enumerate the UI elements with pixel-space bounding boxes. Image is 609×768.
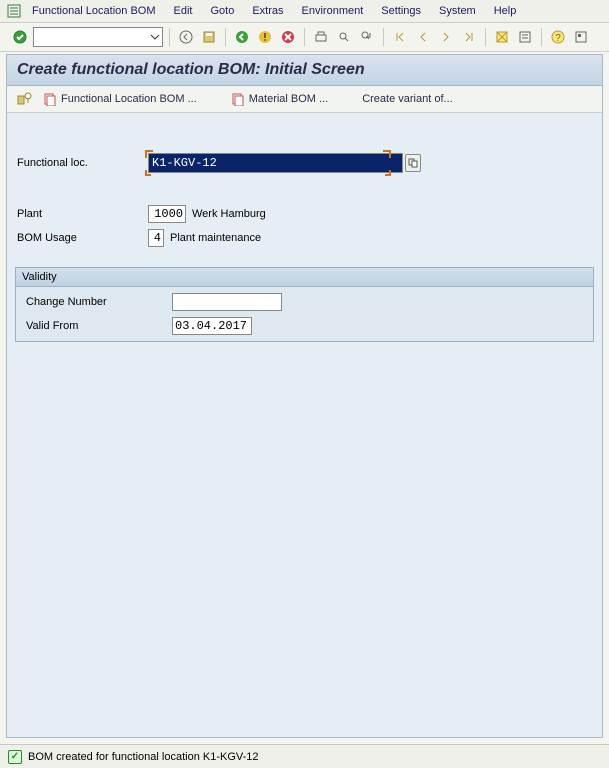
- save-icon[interactable]: [199, 27, 219, 47]
- menu-environment[interactable]: Environment: [294, 3, 372, 19]
- form-area: Functional loc. Plant Werk Hamburg BOM U…: [7, 113, 602, 352]
- back-icon[interactable]: [176, 27, 196, 47]
- change-number-label: Change Number: [22, 296, 172, 308]
- find-icon[interactable]: [334, 27, 354, 47]
- shortcut-icon[interactable]: [515, 27, 535, 47]
- content-area: Create functional location BOM: Initial …: [6, 54, 603, 738]
- window-menu-icon[interactable]: [6, 3, 22, 19]
- next-page-icon[interactable]: [436, 27, 456, 47]
- menu-system[interactable]: System: [431, 3, 484, 19]
- validity-title: Validity: [16, 268, 593, 287]
- functional-loc-input[interactable]: [148, 153, 403, 173]
- menu-edit[interactable]: Edit: [166, 3, 201, 19]
- menu-help[interactable]: Help: [486, 3, 525, 19]
- prev-page-icon[interactable]: [413, 27, 433, 47]
- bom-usage-desc: Plant maintenance: [170, 232, 261, 244]
- menu-bar: Functional Location BOM Edit Goto Extras…: [0, 0, 609, 23]
- material-bom-button[interactable]: Material BOM ...: [231, 92, 328, 106]
- plant-label: Plant: [13, 208, 148, 220]
- svg-text:?: ?: [555, 33, 561, 44]
- search-help-icon[interactable]: [405, 154, 421, 172]
- find-next-icon[interactable]: [357, 27, 377, 47]
- menu-settings[interactable]: Settings: [373, 3, 429, 19]
- customize-layout-icon[interactable]: [571, 27, 591, 47]
- last-page-icon[interactable]: [459, 27, 479, 47]
- status-bar: ✓ BOM created for functional location K1…: [0, 744, 609, 768]
- change-number-input[interactable]: [172, 293, 282, 311]
- standard-toolbar: ?: [0, 23, 609, 52]
- page-title: Create functional location BOM: Initial …: [17, 61, 365, 78]
- validity-group: Validity Change Number Valid From: [15, 267, 594, 342]
- new-session-icon[interactable]: [492, 27, 512, 47]
- bom-usage-label: BOM Usage: [13, 232, 148, 244]
- plant-desc: Werk Hamburg: [192, 208, 266, 220]
- success-icon: ✓: [8, 750, 22, 764]
- functional-loc-label: Functional loc.: [13, 157, 148, 169]
- funcloc-bom-button[interactable]: Functional Location BOM ...: [43, 92, 197, 106]
- menu-goto[interactable]: Goto: [202, 3, 242, 19]
- first-page-icon[interactable]: [390, 27, 410, 47]
- title-band: Create functional location BOM: Initial …: [7, 55, 602, 86]
- command-field[interactable]: [33, 27, 163, 47]
- exit-icon[interactable]: [255, 27, 275, 47]
- valid-from-label: Valid From: [22, 320, 172, 332]
- bom-usage-input[interactable]: [148, 229, 164, 247]
- create-variant-button[interactable]: Create variant of...: [362, 93, 453, 105]
- plant-input[interactable]: [148, 205, 186, 223]
- cancel-icon[interactable]: [278, 27, 298, 47]
- header-icon[interactable]: [17, 92, 33, 106]
- status-message: BOM created for functional location K1-K…: [28, 751, 259, 763]
- valid-from-input[interactable]: [172, 317, 252, 335]
- menu-extras[interactable]: Extras: [244, 3, 291, 19]
- help-icon[interactable]: ?: [548, 27, 568, 47]
- back-green-icon[interactable]: [232, 27, 252, 47]
- menu-func-loc-bom[interactable]: Functional Location BOM: [24, 3, 164, 19]
- enter-icon[interactable]: [10, 27, 30, 47]
- app-toolbar: Functional Location BOM ... Material BOM…: [7, 86, 602, 113]
- print-icon[interactable]: [311, 27, 331, 47]
